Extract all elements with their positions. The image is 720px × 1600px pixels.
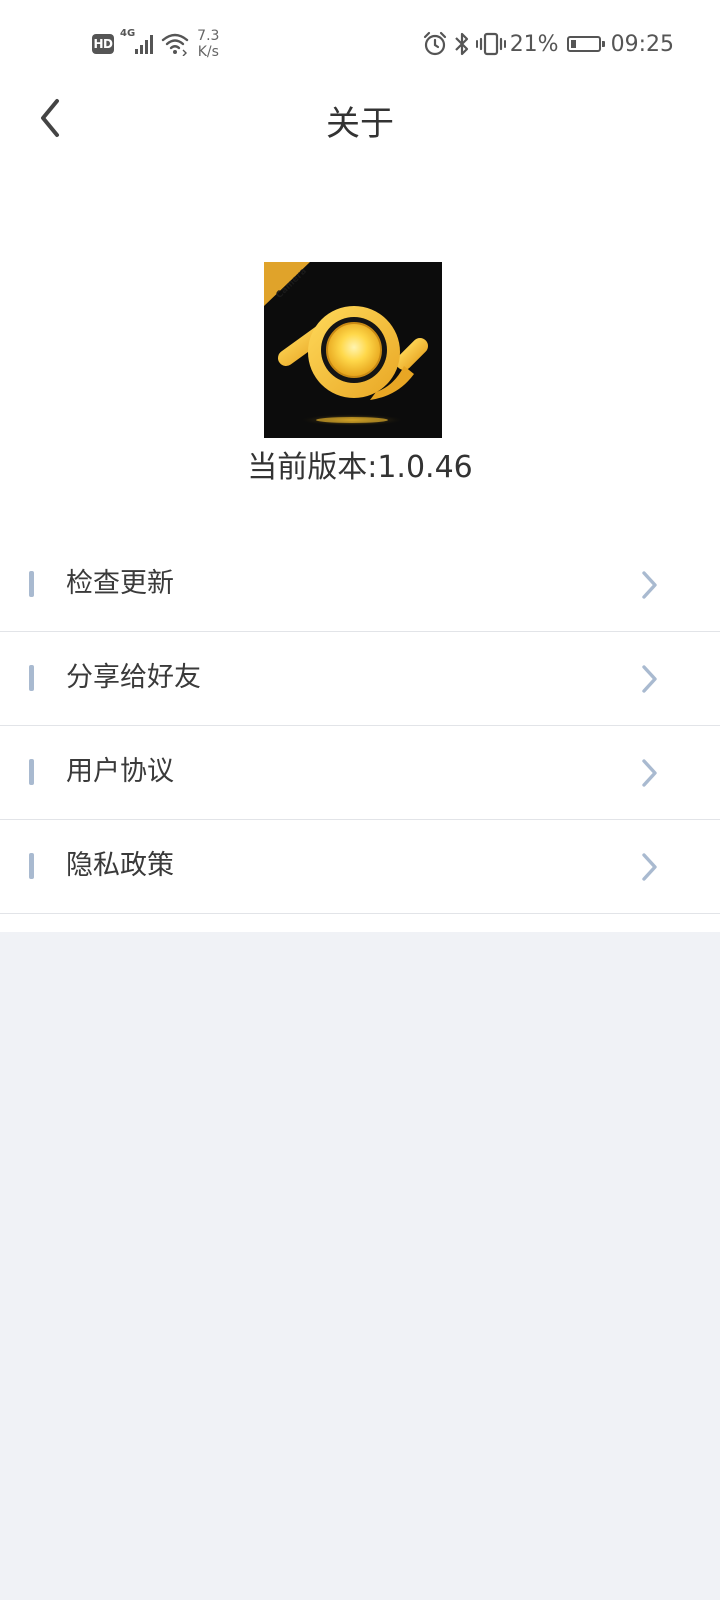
battery-icon: [566, 36, 605, 52]
camera-logo-icon: Camera: [264, 262, 442, 438]
battery-percent: 21%: [509, 31, 559, 57]
status-bar: HD 4G 7.3 K/s 21% 09:25: [0, 0, 720, 88]
menu-item-check-update[interactable]: 检查更新: [0, 538, 720, 632]
menu-item-share-friends[interactable]: 分享给好友: [0, 632, 720, 726]
chevron-right-icon: [642, 759, 657, 787]
chevron-right-icon: [642, 571, 657, 599]
menu-item-label: 检查更新: [66, 568, 174, 599]
app-logo: Camera: [264, 262, 442, 438]
chevron-right-icon: [642, 853, 657, 881]
bluetooth-icon: [454, 32, 468, 56]
menu-item-label: 用户协议: [66, 756, 174, 787]
menu-list: 检查更新 分享给好友 用户协议 隐私政策: [0, 538, 720, 914]
menu-item-label: 分享给好友: [66, 662, 201, 693]
wifi-icon: [161, 33, 189, 56]
menu-accent-bar: [29, 571, 34, 597]
battery-level: [570, 40, 576, 48]
clock: 09:25: [610, 31, 674, 57]
hd-badge: HD: [92, 34, 114, 54]
network-speed: 7.3 K/s: [197, 28, 219, 60]
menu-accent-bar: [29, 665, 34, 691]
nav-bar: 关于: [0, 88, 720, 150]
net-speed-unit: K/s: [197, 44, 219, 60]
network-type: 4G: [120, 28, 136, 39]
signal-icon: [135, 35, 154, 54]
menu-item-privacy-policy[interactable]: 隐私政策: [0, 820, 720, 914]
chevron-right-icon: [642, 665, 657, 693]
app-version: 当前版本:1.0.46: [247, 450, 473, 485]
menu-item-label: 隐私政策: [66, 850, 174, 881]
status-bar-right: 21% 09:25: [422, 24, 674, 64]
menu-accent-bar: [29, 853, 34, 879]
net-speed-value: 7.3: [197, 28, 220, 44]
menu-accent-bar: [29, 759, 34, 785]
page-title: 关于: [326, 104, 394, 144]
alarm-icon: [423, 31, 446, 56]
status-bar-left: HD 4G 7.3 K/s: [92, 24, 219, 64]
vibrate-icon: [475, 32, 506, 56]
menu-item-user-agreement[interactable]: 用户协议: [0, 726, 720, 820]
